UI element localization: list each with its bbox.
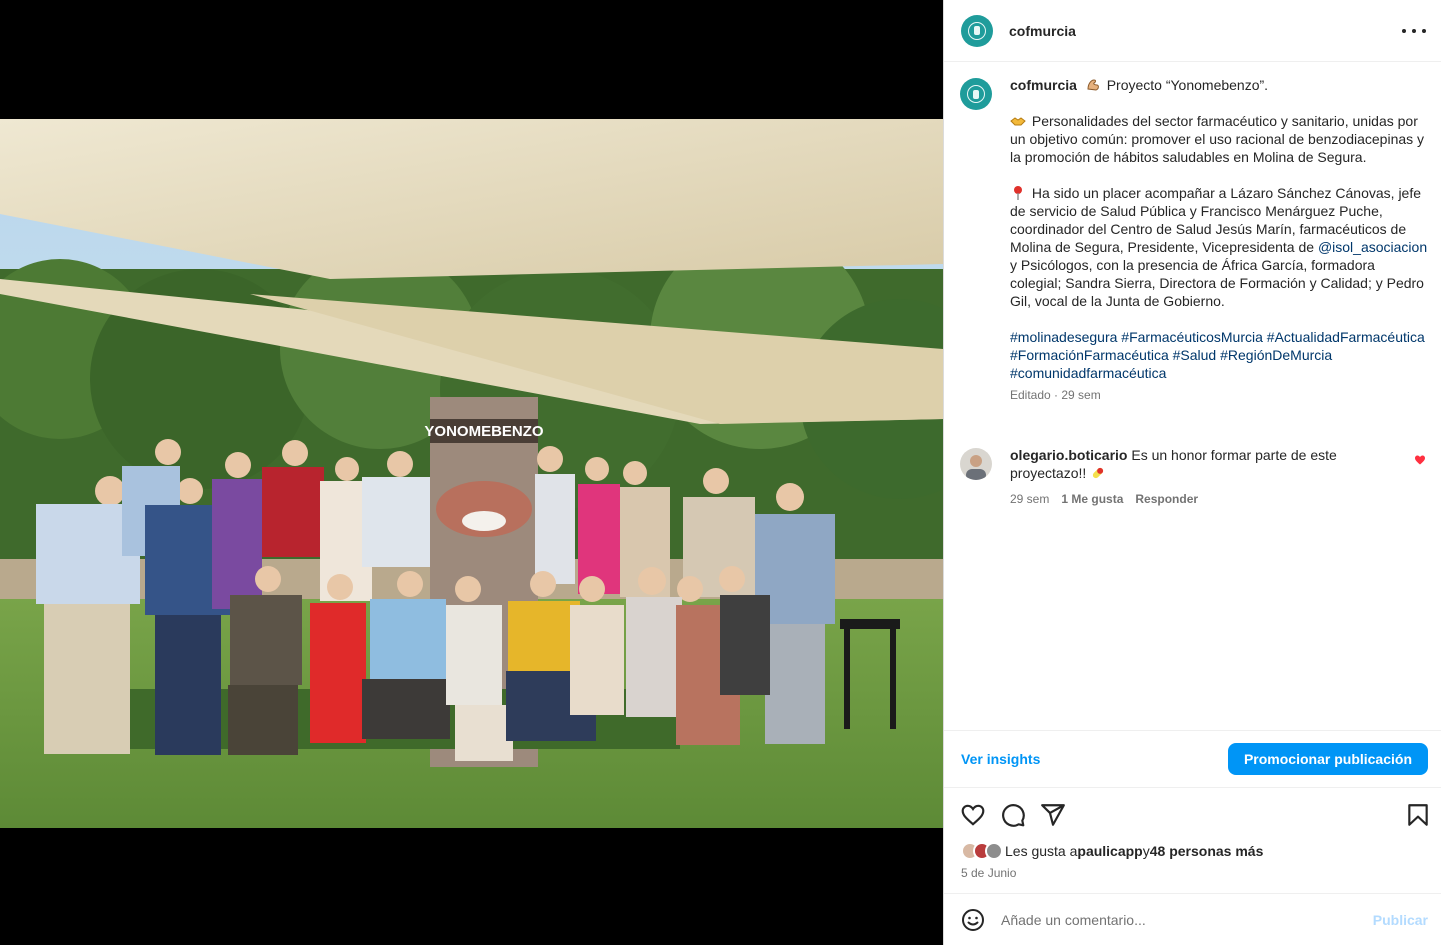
reply-button[interactable]: Responder — [1135, 490, 1198, 508]
caption-paragraph-attendees-end: y Psicólogos, con la presencia de África… — [1010, 257, 1424, 309]
flexed-biceps-emoji — [1087, 79, 1099, 91]
commenter-username[interactable]: olegario.boticario — [1010, 447, 1127, 463]
small-heart-icon[interactable] — [1414, 454, 1426, 466]
post-photo[interactable]: YONOMEBENZO — [0, 119, 943, 828]
share-icon[interactable] — [1040, 802, 1066, 828]
hashtag-link[interactable]: #FarmacéuticosMurcia — [1121, 329, 1263, 345]
smiley-icon[interactable] — [961, 908, 985, 932]
likes-middle: y — [1142, 843, 1150, 859]
caption-paragraph-purpose: Personalidades del sector farmacéutico y… — [1010, 113, 1425, 165]
post-date: 5 de Junio — [961, 866, 1017, 880]
promote-post-button[interactable]: Promocionar publicación — [1227, 743, 1428, 775]
more-options-icon[interactable] — [1402, 22, 1426, 40]
comment-input[interactable] — [1001, 911, 1373, 928]
hashtag-link[interactable]: #ActualidadFarmacéutica — [1267, 329, 1425, 345]
caption-avatar[interactable] — [960, 78, 992, 110]
post-media: YONOMEBENZO — [0, 0, 943, 945]
comment-likes[interactable]: 1 Me gusta — [1061, 490, 1123, 508]
hashtag-link[interactable]: #RegiónDeMurcia — [1220, 347, 1332, 363]
liker-avatars — [961, 842, 1003, 860]
comment-icon[interactable] — [1000, 802, 1026, 828]
hashtag-link[interactable]: #FormaciónFarmacéutica — [1010, 347, 1169, 363]
hashtag-list: #molinadesegura #FarmacéuticosMurcia #Ac… — [1010, 328, 1430, 382]
author-avatar[interactable] — [961, 14, 993, 47]
post-side-panel: cofmurcia cofmurcia Proyecto “Yonomebenz… — [943, 0, 1441, 945]
post-header: cofmurcia — [944, 0, 1441, 62]
hashtag-link[interactable]: #molinadesegura — [1010, 329, 1117, 345]
comments-section[interactable]: cofmurcia Proyecto “Yonomebenzo”. Person… — [944, 62, 1441, 730]
view-insights-link[interactable]: Ver insights — [961, 751, 1040, 767]
mention-link[interactable]: @isol_asociacion — [1318, 239, 1427, 255]
likes-others[interactable]: 48 personas más — [1150, 843, 1264, 859]
bookmark-icon[interactable] — [1405, 802, 1431, 828]
pill-emoji — [1093, 467, 1104, 479]
insights-bar: Ver insights Promocionar publicación — [944, 730, 1441, 788]
group-photo-image: YONOMEBENZO — [0, 119, 943, 828]
caption-username[interactable]: cofmurcia — [1010, 77, 1077, 93]
likes-prefix: Les gusta a — [1005, 843, 1078, 859]
action-bar — [944, 800, 1441, 830]
liker-username[interactable]: paulicapp — [1077, 843, 1142, 859]
caption-meta: Editado · 29 sem — [1010, 388, 1101, 402]
banner-title: YONOMEBENZO — [424, 423, 544, 440]
heart-icon[interactable] — [960, 802, 986, 828]
commenter-avatar[interactable] — [960, 448, 992, 480]
comment-time: 29 sem — [1010, 492, 1050, 506]
author-username[interactable]: cofmurcia — [1009, 23, 1076, 39]
hashtag-link[interactable]: #comunidadfarmacéutica — [1010, 365, 1166, 381]
caption-title: Proyecto “Yonomebenzo”. — [1102, 77, 1269, 93]
publish-button[interactable]: Publicar — [1373, 912, 1428, 928]
hashtag-link[interactable]: #Salud — [1173, 347, 1217, 363]
handshake-emoji — [1010, 117, 1026, 126]
add-comment-bar: Publicar — [944, 893, 1441, 945]
likes-summary[interactable]: Les gusta a paulicapp y 48 personas más — [961, 842, 1263, 860]
pushpin-emoji — [1014, 186, 1022, 200]
